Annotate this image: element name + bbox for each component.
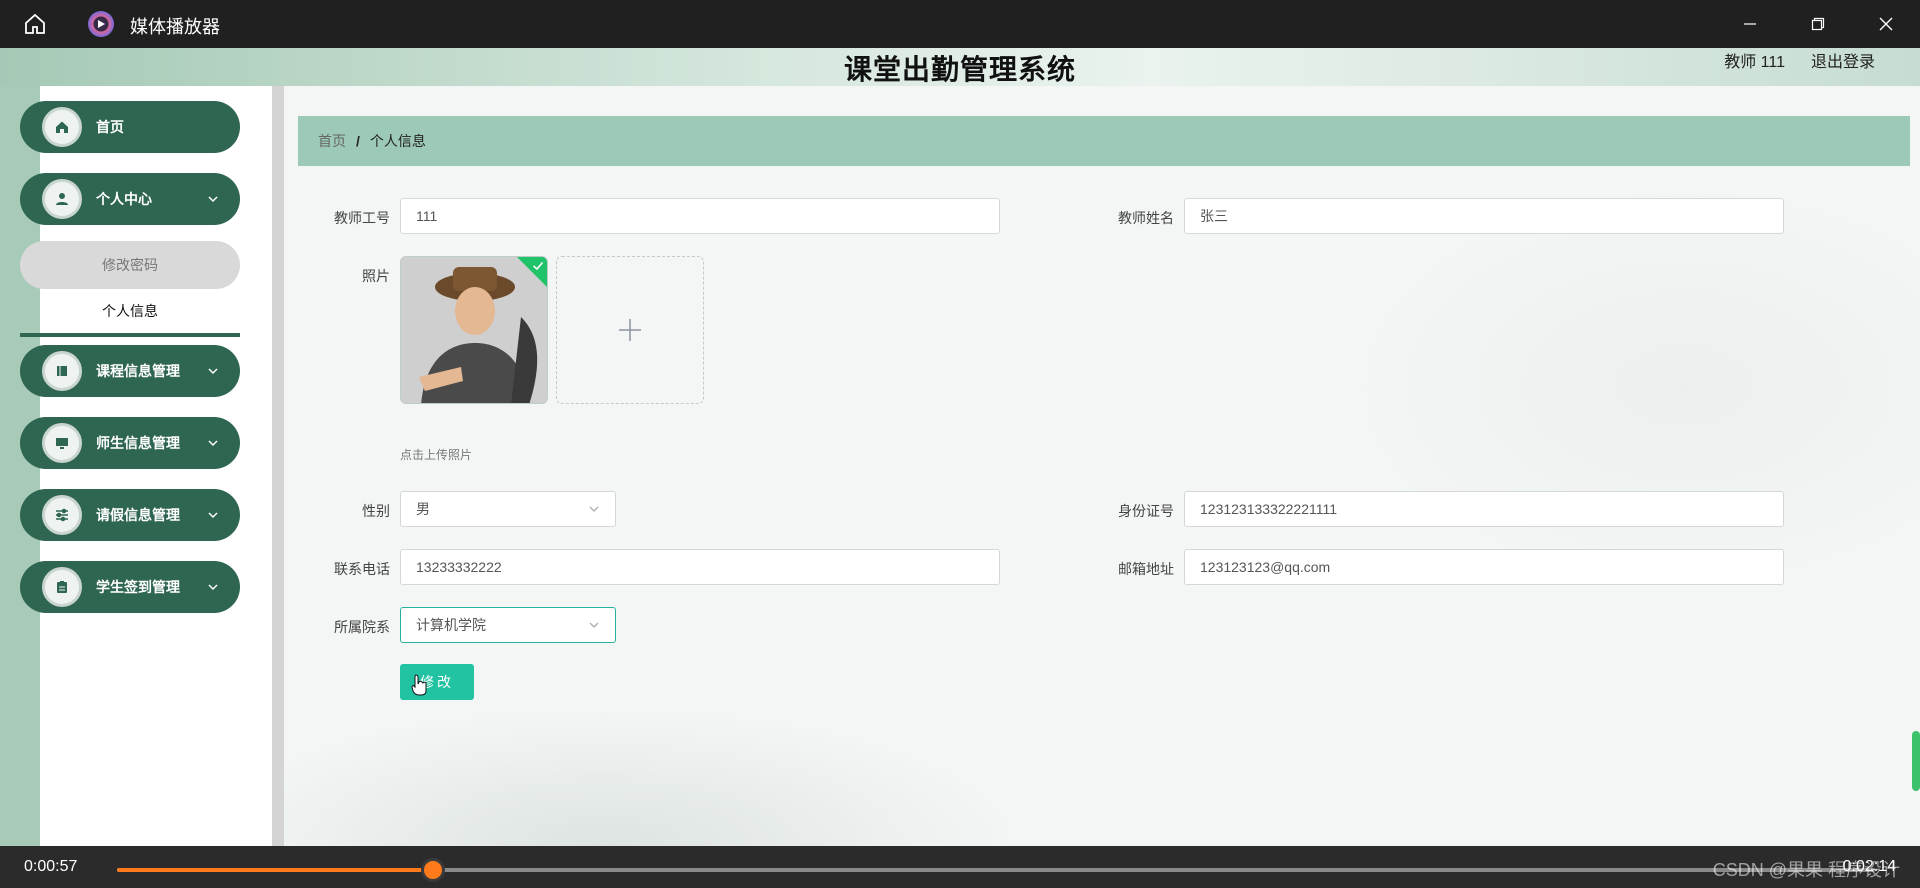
system-title: 课堂出勤管理系统 bbox=[843, 53, 1076, 86]
close-icon[interactable] bbox=[1852, 0, 1920, 48]
site-header: 课堂出勤管理系统 教师 111 退出登录 bbox=[0, 48, 1920, 86]
email-field[interactable]: 123123123@qq.com bbox=[1184, 549, 1784, 585]
sidebar-subitem-change-password[interactable]: 修改密码 bbox=[20, 241, 240, 289]
department-select[interactable]: 计算机学院 bbox=[400, 607, 616, 643]
web-page: 课堂出勤管理系统 教师 111 退出登录 首页 个人中心 修改密码 个人信息 课… bbox=[0, 48, 1920, 846]
teacher-id-field[interactable]: 111 bbox=[400, 198, 1000, 234]
sidebar-item-label: 课程信息管理 bbox=[96, 363, 180, 379]
sidebar-item-label: 请假信息管理 bbox=[96, 507, 180, 523]
department-select-value: 计算机学院 bbox=[416, 617, 486, 633]
sidebar-item-personal-center[interactable]: 个人中心 bbox=[20, 173, 240, 225]
teacher-name-field[interactable]: 张三 bbox=[1184, 198, 1784, 234]
seek-bar-thumb[interactable] bbox=[421, 858, 446, 882]
seek-bar-progress bbox=[117, 868, 434, 872]
sidebar-subitem-personal-info[interactable]: 个人信息 bbox=[20, 289, 240, 337]
page-scrollbar[interactable] bbox=[1912, 731, 1920, 791]
id-card-label: 身份证号 bbox=[1118, 503, 1174, 519]
clipboard-icon bbox=[42, 567, 82, 607]
monitor-icon bbox=[42, 423, 82, 463]
media-player-logo-icon bbox=[88, 11, 114, 37]
sidebar-item-student-checkin[interactable]: 学生签到管理 bbox=[20, 561, 240, 613]
chevron-down-icon bbox=[206, 192, 220, 206]
main-content: 首页 / 个人信息 教师工号 111 教师姓名 张三 照片 点击上传照片 性别 … bbox=[284, 86, 1920, 846]
player-titlebar: 媒体播放器 bbox=[0, 0, 1920, 48]
phone-label: 联系电话 bbox=[334, 561, 390, 577]
sidebar-item-home[interactable]: 首页 bbox=[20, 101, 240, 153]
check-icon bbox=[532, 261, 544, 271]
breadcrumb-current: 个人信息 bbox=[369, 133, 426, 149]
home-icon[interactable] bbox=[20, 10, 50, 38]
sidebar-item-label: 个人中心 bbox=[96, 191, 152, 207]
sidebar-item-label: 首页 bbox=[96, 119, 124, 135]
player-controls: 0:00:57 CSDN @果果 程序设计 0:02:14 bbox=[0, 846, 1920, 888]
plus-icon bbox=[619, 319, 641, 341]
chevron-down-icon bbox=[206, 436, 220, 450]
gender-select[interactable]: 男 bbox=[400, 491, 616, 527]
sidebar-item-label: 学生签到管理 bbox=[96, 579, 180, 595]
id-card-field[interactable]: 123123133322221111 bbox=[1184, 491, 1784, 527]
seek-bar[interactable] bbox=[117, 858, 1875, 882]
photo-label: 照片 bbox=[362, 268, 390, 284]
gender-select-value: 男 bbox=[416, 501, 430, 517]
chevron-down-icon bbox=[206, 508, 220, 522]
email-label: 邮箱地址 bbox=[1118, 561, 1174, 577]
minimize-icon[interactable] bbox=[1716, 0, 1784, 48]
teacher-name-label: 教师姓名 bbox=[1118, 210, 1174, 226]
sidebar-item-teacher-student-info[interactable]: 师生信息管理 bbox=[20, 417, 240, 469]
sidebar-item-leave-info[interactable]: 请假信息管理 bbox=[20, 489, 240, 541]
chevron-down-icon bbox=[589, 622, 599, 628]
current-time: 0:00:57 bbox=[24, 858, 78, 875]
chevron-down-icon bbox=[206, 364, 220, 378]
breadcrumb-home[interactable]: 首页 bbox=[318, 131, 346, 151]
total-time: 0:02:14 bbox=[1842, 858, 1896, 875]
book-icon bbox=[42, 351, 82, 391]
upload-photo-button[interactable] bbox=[556, 256, 704, 404]
sidebar-scrollbar[interactable] bbox=[272, 86, 284, 846]
department-label: 所属院系 bbox=[334, 619, 390, 635]
user-icon bbox=[42, 179, 82, 219]
sidebar-item-label: 师生信息管理 bbox=[96, 435, 180, 451]
chevron-down-icon bbox=[206, 580, 220, 594]
gender-label: 性别 bbox=[362, 503, 390, 519]
teacher-id-label: 教师工号 bbox=[334, 210, 390, 226]
chevron-down-icon bbox=[589, 506, 599, 512]
hand-cursor-icon bbox=[411, 674, 427, 696]
window-controls bbox=[1716, 0, 1920, 48]
breadcrumb-separator: / bbox=[356, 133, 360, 149]
uploaded-photo[interactable] bbox=[400, 256, 548, 404]
upload-hint: 点击上传照片 bbox=[400, 448, 473, 462]
sidebar: 首页 个人中心 修改密码 个人信息 课程信息管理 师生信息管理 请假信息管理 学… bbox=[20, 86, 272, 846]
phone-field[interactable]: 13233332222 bbox=[400, 549, 1000, 585]
app-title: 媒体播放器 bbox=[130, 17, 220, 37]
restore-icon[interactable] bbox=[1784, 0, 1852, 48]
current-user: 教师 111 bbox=[1724, 54, 1785, 71]
home-icon bbox=[42, 107, 82, 147]
logout-link[interactable]: 退出登录 bbox=[1811, 48, 1875, 72]
sliders-icon bbox=[42, 495, 82, 535]
breadcrumb: 首页 / 个人信息 bbox=[298, 116, 1910, 166]
sidebar-item-course-info[interactable]: 课程信息管理 bbox=[20, 345, 240, 397]
